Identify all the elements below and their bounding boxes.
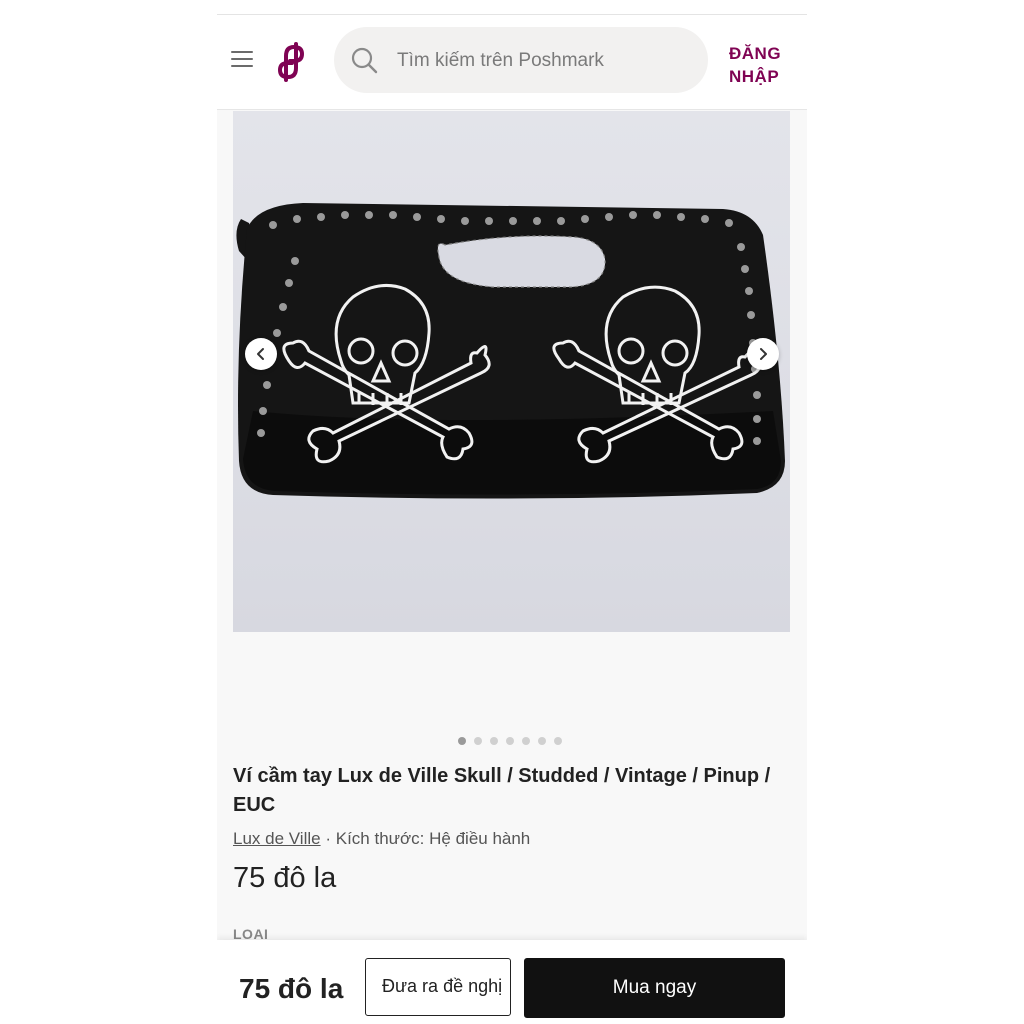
meta-separator: · <box>325 829 331 848</box>
chevron-left-icon <box>257 348 264 360</box>
make-offer-button[interactable]: Đưa ra đề nghị <box>365 958 511 1016</box>
carousel-dots <box>458 737 562 745</box>
search-icon <box>351 47 378 74</box>
size-text: Kích thước: Hệ điều hành <box>335 829 531 848</box>
hamburger-menu-icon[interactable] <box>231 51 253 69</box>
search-input[interactable] <box>395 27 699 95</box>
brand-link[interactable]: Lux de Ville <box>233 829 321 848</box>
product-title: Ví cầm tay Lux de Ville Skull / Studded … <box>233 765 771 816</box>
carousel-dot[interactable] <box>522 737 530 745</box>
app-frame: ĐĂNG NHẬP <box>217 0 807 1024</box>
carousel-dot[interactable] <box>506 737 514 745</box>
poshmark-logo[interactable] <box>275 42 309 82</box>
next-image-button[interactable] <box>747 338 779 370</box>
bottom-price: 75 đô la <box>239 973 344 1004</box>
buy-now-button[interactable]: Mua ngay <box>524 958 785 1018</box>
login-link[interactable]: ĐĂNG NHẬP <box>729 42 793 88</box>
product-price: 75 đô la <box>233 862 337 894</box>
carousel-dot[interactable] <box>538 737 546 745</box>
product-photo <box>233 111 790 632</box>
carousel-dot[interactable] <box>474 737 482 745</box>
carousel-dot[interactable] <box>490 737 498 745</box>
previous-image-button[interactable] <box>245 338 277 370</box>
header: ĐĂNG NHẬP <box>217 15 807 110</box>
bottom-action-bar: 75 đô la Đưa ra đề nghị Mua ngay <box>217 940 807 1024</box>
chevron-right-icon <box>760 348 767 360</box>
search-bar[interactable] <box>334 27 708 95</box>
product-meta: Lux de Ville · Kích thước: Hệ điều hành <box>233 829 530 849</box>
carousel-dot[interactable] <box>458 737 466 745</box>
carousel-dot[interactable] <box>554 737 562 745</box>
listing-content: Ví cầm tay Lux de Ville Skull / Studded … <box>217 110 807 942</box>
